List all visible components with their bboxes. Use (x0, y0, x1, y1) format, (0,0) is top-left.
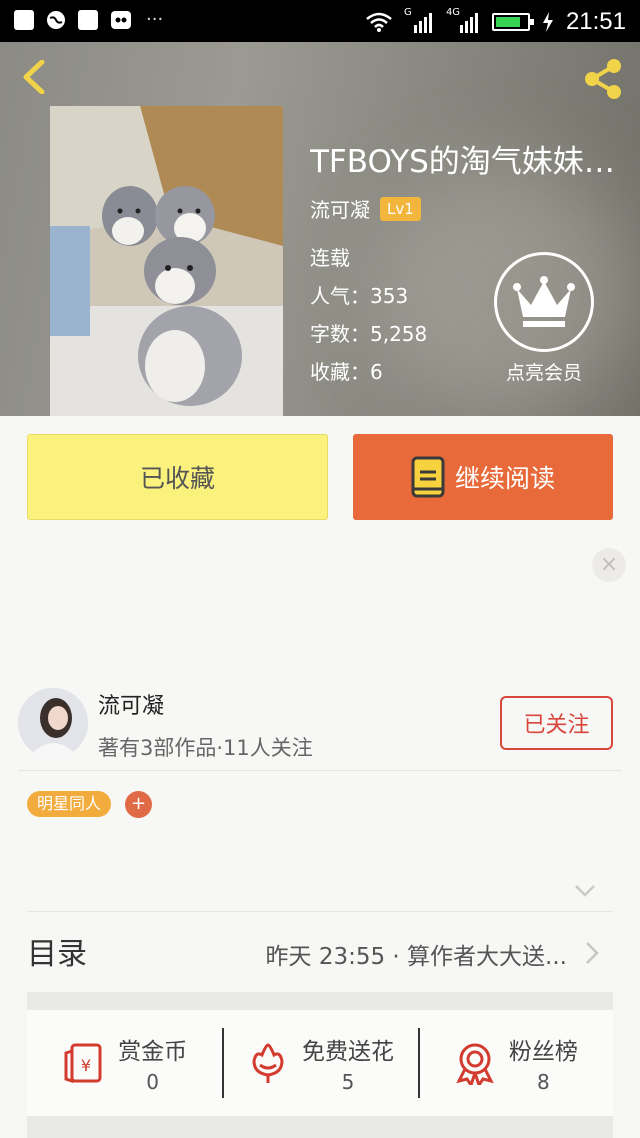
stat-label: 赏金币 (118, 1039, 188, 1065)
toc-label: 目录 (27, 937, 87, 972)
share-icon[interactable] (580, 56, 626, 102)
globe-icon (47, 11, 65, 29)
genre-tag[interactable]: 明星同人 (27, 791, 112, 817)
book-header: TFBOYS的淘气妹妹第... 流可凝 Lv1 连载 人气：353 字数：5,2… (0, 42, 640, 416)
popularity-value: 353 (370, 284, 409, 308)
stat-label: 免费送花 (301, 1039, 394, 1065)
popularity-label: 人气： (310, 284, 370, 308)
gallery-icon (14, 10, 34, 30)
battery-icon (491, 13, 534, 31)
book-status: 连载 (310, 246, 350, 270)
favorites-value: 6 (370, 360, 383, 384)
book-author[interactable]: 流可凝 (310, 194, 370, 223)
crown-icon (513, 276, 575, 327)
section-separator (27, 992, 613, 1010)
network-type-2: 4G (445, 7, 461, 18)
collected-button[interactable]: 已收藏 (27, 434, 328, 520)
words-value: 5,258 (370, 322, 428, 346)
book-cover[interactable] (50, 106, 283, 416)
favorites-row: 收藏：6 (310, 356, 383, 385)
table-of-contents-row[interactable]: 目录 昨天 23:55 · 算作者大大送... (27, 925, 613, 981)
rosette-icon (456, 1043, 494, 1085)
avatar[interactable] (18, 688, 88, 758)
words-row: 字数：5,258 (310, 318, 427, 347)
reward-coins-button[interactable]: ¥ 赏金币 0 (27, 1010, 222, 1116)
divider (18, 770, 622, 771)
chevron-down-icon[interactable] (574, 884, 596, 898)
stats-bar: ¥ 赏金币 0 免费送花 5 粉丝榜 8 (27, 1010, 613, 1116)
follow-button[interactable]: 已关注 (500, 696, 613, 750)
level-badge: Lv1 (380, 196, 421, 221)
book-icon (411, 456, 445, 498)
continue-reading-button[interactable]: 继续阅读 (353, 434, 613, 520)
notification-icons: ··· (14, 10, 163, 30)
fan-ranking-button[interactable]: 粉丝榜 8 (417, 1010, 613, 1116)
stat-label: 粉丝榜 (508, 1039, 578, 1065)
free-flower-button[interactable]: 免费送花 5 (222, 1010, 417, 1116)
charging-icon (542, 12, 553, 32)
more-notifications-icon: ··· (146, 9, 164, 30)
app-icon (78, 10, 98, 30)
follow-label: 已关注 (523, 713, 590, 738)
signal-1: G (404, 7, 434, 33)
status-bar: ··· G 4G 21:51 (0, 0, 640, 42)
stat-value: 5 (341, 1070, 355, 1094)
author-subtitle: 著有3部作品·11人关注 (98, 736, 313, 760)
svg-text:¥: ¥ (81, 1056, 91, 1075)
close-icon[interactable]: × (592, 548, 626, 582)
words-label: 字数： (310, 322, 370, 346)
latest-chapter: 昨天 23:55 · 算作者大大送... (265, 944, 567, 970)
wifi-icon (366, 12, 392, 32)
network-type-1: G (403, 7, 412, 18)
signal-2: 4G (446, 7, 480, 33)
vip-label: 点亮会员 (505, 362, 582, 384)
stat-value: 8 (536, 1070, 550, 1094)
section-separator (27, 1116, 613, 1138)
vip-button[interactable]: 点亮会员 (492, 252, 596, 385)
divider (27, 911, 613, 912)
flower-icon (252, 1043, 284, 1083)
book-author-row: 流可凝 Lv1 (310, 194, 421, 223)
favorites-label: 收藏： (310, 360, 370, 384)
add-tag-button[interactable]: + (125, 791, 152, 818)
continue-reading-label: 继续阅读 (454, 464, 555, 493)
collected-label: 已收藏 (139, 464, 215, 493)
book-title: TFBOYS的淘气妹妹第... (310, 144, 640, 180)
cover-image (50, 106, 283, 416)
popularity-row: 人气：353 (310, 280, 408, 309)
message-icon (111, 11, 131, 29)
red-envelope-icon: ¥ (64, 1043, 102, 1084)
chevron-right-icon (586, 942, 599, 964)
clock: 21:51 (565, 8, 626, 35)
author-name[interactable]: 流可凝 (98, 688, 164, 720)
back-icon[interactable] (18, 60, 52, 94)
stat-value: 0 (146, 1070, 160, 1094)
